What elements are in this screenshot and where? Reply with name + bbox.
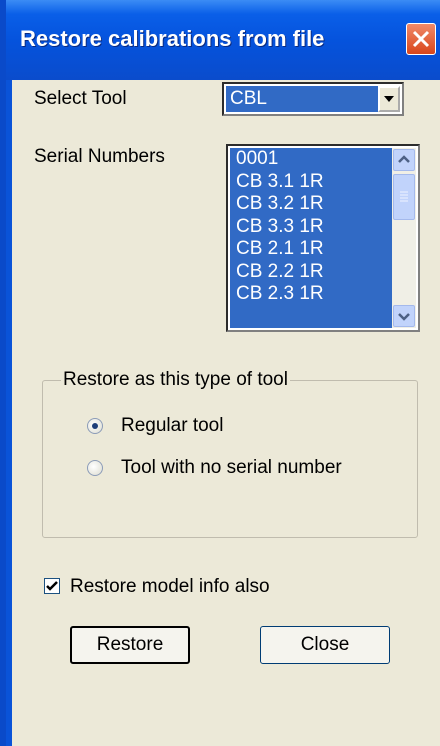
tool-select-value: CBL — [226, 86, 378, 112]
scroll-down-button[interactable] — [393, 305, 415, 327]
list-item[interactable]: CB 2.1 1R — [230, 238, 392, 261]
scroll-thumb[interactable] — [393, 174, 415, 220]
tool-select-dropdown-button[interactable] — [378, 86, 400, 112]
chevron-up-icon — [398, 155, 410, 163]
list-item[interactable]: CB 2.2 1R — [230, 261, 392, 284]
list-scrollbar[interactable] — [392, 148, 416, 328]
no-serial-tool-label[interactable]: Tool with no serial number — [121, 457, 342, 479]
close-icon — [412, 30, 430, 48]
select-tool-label: Select Tool — [34, 88, 127, 109]
window-title: Restore calibrations from file — [20, 26, 325, 51]
restore-button[interactable]: Restore — [70, 626, 190, 664]
dialog-body: Select Tool CBL Serial Numbers 0001 CB 3… — [12, 80, 440, 746]
restore-type-group-title: Restore as this type of tool — [61, 369, 290, 391]
serial-numbers-list[interactable]: 0001 CB 3.1 1R CB 3.2 1R CB 3.3 1R CB 2.… — [226, 144, 420, 332]
checkmark-icon — [46, 581, 58, 591]
chevron-down-icon — [384, 96, 394, 102]
serial-numbers-label: Serial Numbers — [34, 146, 165, 167]
restore-model-label[interactable]: Restore model info also — [70, 576, 270, 598]
radio-selected-dot — [92, 423, 98, 429]
tool-select[interactable]: CBL — [222, 82, 404, 116]
list-item[interactable]: CB 3.2 1R — [230, 193, 392, 216]
regular-tool-radio[interactable] — [87, 418, 103, 434]
chevron-down-icon — [398, 313, 410, 321]
restore-type-group: Restore as this type of tool Regular too… — [42, 369, 418, 538]
list-item[interactable]: 0001 — [230, 148, 392, 171]
regular-tool-label[interactable]: Regular tool — [121, 415, 223, 437]
close-window-button[interactable] — [406, 23, 436, 55]
list-item[interactable]: CB 2.3 1R — [230, 283, 392, 306]
scroll-up-button[interactable] — [393, 149, 415, 171]
close-button[interactable]: Close — [260, 626, 390, 664]
list-item[interactable]: CB 3.3 1R — [230, 216, 392, 239]
restore-model-checkbox[interactable] — [44, 578, 60, 594]
no-serial-tool-radio[interactable] — [87, 460, 103, 476]
title-bar[interactable]: Restore calibrations from file — [6, 0, 440, 80]
dialog-window: Restore calibrations from file Select To… — [0, 0, 440, 746]
grip-icon — [400, 191, 408, 202]
list-item[interactable]: CB 3.1 1R — [230, 171, 392, 194]
